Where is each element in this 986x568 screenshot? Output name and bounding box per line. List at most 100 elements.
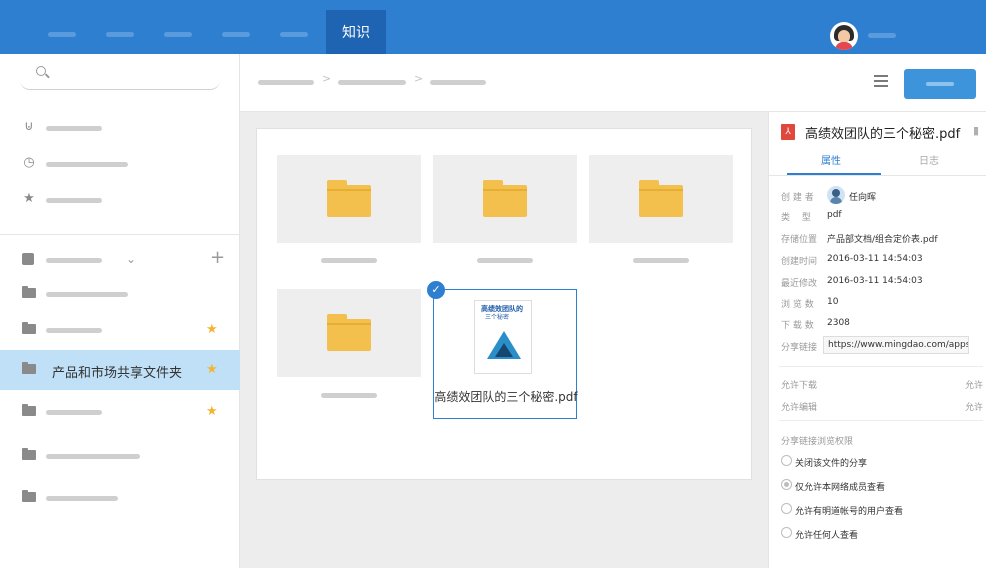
star-icon[interactable]: ★ bbox=[206, 404, 218, 419]
divider bbox=[779, 366, 983, 367]
cover-title: 高绩效团队的 bbox=[481, 305, 523, 313]
nav-item-3[interactable] bbox=[164, 32, 192, 37]
nav-item-2[interactable] bbox=[106, 32, 134, 37]
folder-tile-label bbox=[321, 258, 377, 263]
sidebar-folder-4[interactable]: ★ bbox=[0, 392, 240, 432]
folder-label bbox=[46, 328, 102, 333]
radio-close-share[interactable] bbox=[781, 455, 792, 466]
divider bbox=[0, 234, 240, 235]
pin-icon[interactable]: ▮ bbox=[973, 124, 979, 137]
folder-icon bbox=[483, 180, 527, 217]
folder-label bbox=[46, 410, 102, 415]
sidebar-item-label bbox=[46, 198, 102, 203]
folder-icon bbox=[22, 286, 36, 298]
sidebar-folder-5[interactable] bbox=[0, 436, 240, 476]
perm-label-download: 允许下载 bbox=[781, 381, 818, 391]
list-view-icon[interactable] bbox=[874, 75, 888, 87]
sidebar-item-attachments[interactable]: ⊍ bbox=[0, 108, 240, 148]
user-name-placeholder[interactable] bbox=[868, 33, 896, 38]
pdf-file-icon: ⅄ bbox=[781, 124, 795, 140]
folder-tile[interactable] bbox=[433, 155, 577, 243]
paperclip-icon: ⊍ bbox=[24, 119, 34, 134]
folder-tile-label bbox=[321, 393, 377, 398]
search-input[interactable] bbox=[20, 62, 220, 90]
folder-icon bbox=[22, 448, 36, 460]
file-name: 高绩效团队的三个秘密.pdf bbox=[434, 390, 578, 404]
nav-item-4[interactable] bbox=[222, 32, 250, 37]
star-icon[interactable]: ★ bbox=[206, 322, 218, 337]
folder-icon bbox=[327, 180, 371, 217]
folder-tile[interactable] bbox=[589, 155, 733, 243]
prop-value-type: pdf bbox=[827, 210, 842, 220]
file-detail-panel: ⅄ 高绩效团队的三个秘密.pdf ▮ 属性 日志 创 建 者 任向晖 类 型 p… bbox=[768, 112, 986, 568]
check-icon[interactable]: ✓ bbox=[427, 281, 445, 299]
folder-icon bbox=[639, 180, 683, 217]
breadcrumb-item[interactable] bbox=[430, 80, 486, 85]
nav-item-1[interactable] bbox=[48, 32, 76, 37]
perm-value-edit[interactable]: 允许 bbox=[965, 400, 983, 413]
sidebar-folder-6[interactable] bbox=[0, 478, 240, 518]
perm-label-edit: 允许编辑 bbox=[781, 403, 818, 413]
radio-label[interactable]: 允许有明道帐号的用户查看 bbox=[795, 504, 903, 517]
prop-value-views: 10 bbox=[827, 297, 839, 307]
breadcrumb-item[interactable] bbox=[258, 80, 314, 85]
prop-label-type: 类 型 bbox=[781, 213, 811, 223]
sidebar-folder-selected[interactable]: 产品和市场共享文件夹 ★ bbox=[0, 350, 240, 390]
sidebar-item-starred[interactable]: ★ bbox=[0, 180, 240, 220]
primary-action-button[interactable] bbox=[904, 69, 976, 99]
sidebar-item-recent[interactable]: ◷ bbox=[0, 144, 240, 184]
folder-label: 产品和市场共享文件夹 bbox=[52, 366, 183, 381]
sidebar-folder-1[interactable] bbox=[0, 274, 240, 314]
prop-value-modified: 2016-03-11 14:54:03 bbox=[827, 276, 923, 286]
radio-label[interactable]: 关闭该文件的分享 bbox=[795, 456, 867, 469]
user-avatar[interactable] bbox=[830, 22, 858, 50]
radio-label[interactable]: 允许任何人查看 bbox=[795, 528, 858, 541]
prop-label-downloads: 下 载 数 bbox=[781, 321, 814, 331]
breadcrumb-separator: > bbox=[414, 72, 424, 85]
breadcrumb-item[interactable] bbox=[338, 80, 406, 85]
prop-label-creator: 创 建 者 bbox=[781, 193, 814, 203]
radio-label[interactable]: 仅允许本网络成员查看 bbox=[795, 480, 885, 493]
prop-label-views: 浏 览 数 bbox=[781, 300, 814, 310]
folder-icon bbox=[22, 362, 36, 374]
divider bbox=[769, 175, 986, 176]
nav-item-5[interactable] bbox=[280, 32, 308, 37]
radio-network-only[interactable] bbox=[781, 479, 792, 490]
folder-icon bbox=[327, 314, 371, 351]
clock-icon: ◷ bbox=[23, 155, 35, 170]
share-link-input[interactable]: https://www.mingdao.com/apps/kcs/s bbox=[823, 336, 969, 354]
folder-tile-label bbox=[633, 258, 689, 263]
folder-tile[interactable] bbox=[277, 289, 421, 377]
star-icon: ★ bbox=[23, 191, 35, 206]
folder-icon bbox=[22, 404, 36, 416]
chevron-down-icon[interactable]: ⌄ bbox=[126, 252, 136, 266]
radio-anyone[interactable] bbox=[781, 527, 792, 538]
sidebar-item-label bbox=[46, 126, 102, 131]
folder-label bbox=[46, 454, 140, 459]
folder-tile[interactable] bbox=[277, 155, 421, 243]
divider bbox=[779, 420, 983, 421]
perm-value-download[interactable]: 允许 bbox=[965, 378, 983, 391]
file-tile-selected[interactable]: 高绩效团队的 三个秘密 高绩效团队的三个秘密.pdf bbox=[433, 289, 578, 419]
nav-tab-knowledge[interactable]: 知识 bbox=[326, 10, 386, 54]
tab-log[interactable]: 日志 bbox=[919, 152, 939, 167]
prop-label-location: 存储位置 bbox=[781, 235, 818, 245]
radio-account-users[interactable] bbox=[781, 503, 792, 514]
tab-properties[interactable]: 属性 bbox=[821, 152, 841, 167]
prop-value-downloads: 2308 bbox=[827, 318, 850, 328]
add-folder-icon[interactable]: + bbox=[210, 247, 225, 268]
sidebar-folder-2[interactable]: ★ bbox=[0, 310, 240, 350]
star-icon[interactable]: ★ bbox=[206, 362, 218, 377]
content-header: > > bbox=[240, 54, 986, 112]
contact-card-icon bbox=[22, 253, 34, 265]
file-grid: 高绩效团队的 三个秘密 高绩效团队的三个秘密.pdf ✓ bbox=[256, 128, 752, 480]
folder-icon bbox=[22, 490, 36, 502]
prop-value-created: 2016-03-11 14:54:03 bbox=[827, 254, 923, 264]
folder-label bbox=[46, 292, 128, 297]
share-permission-title: 分享链接浏览权限 bbox=[781, 437, 854, 447]
prop-value-creator[interactable]: 任向晖 bbox=[849, 190, 876, 203]
prop-label-created: 创建时间 bbox=[781, 257, 818, 267]
search-icon bbox=[36, 66, 46, 76]
creator-avatar bbox=[827, 186, 845, 204]
folder-tile-label bbox=[477, 258, 533, 263]
